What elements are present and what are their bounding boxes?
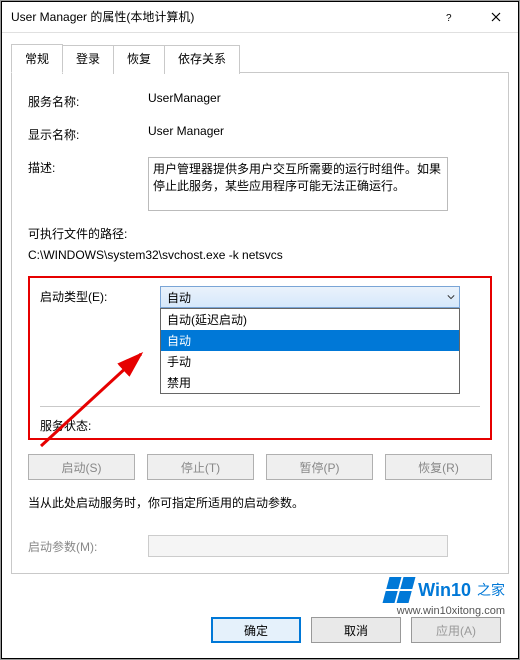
label-start-params: 启动参数(M): — [28, 538, 148, 555]
watermark-brand: Win10 — [418, 580, 471, 601]
startup-type-selected[interactable]: 自动 — [160, 286, 460, 308]
tab-logon[interactable]: 登录 — [62, 45, 114, 74]
watermark-suffix: 之家 — [477, 580, 505, 600]
row-service-status: 服务状态: — [40, 415, 480, 434]
row-description: 描述: — [28, 157, 492, 211]
row-startup-type: 启动类型(E): 自动 自动(延迟启动) 自动 手动 禁用 — [40, 286, 480, 394]
value-display-name: User Manager — [148, 124, 224, 138]
startup-type-select[interactable]: 自动 自动(延迟启动) 自动 手动 禁用 — [160, 286, 460, 394]
tab-strip: 常规 登录 恢复 依存关系 — [11, 43, 509, 73]
row-start-params: 启动参数(M): — [28, 535, 492, 557]
chevron-down-icon — [447, 290, 455, 304]
value-exe-path: C:\WINDOWS\system32\svchost.exe -k netsv… — [28, 248, 492, 262]
svg-text:?: ? — [446, 13, 452, 22]
divider — [40, 406, 480, 407]
watermark-url: www.win10xitong.com — [397, 605, 505, 617]
start-params-input — [148, 535, 448, 557]
window-title: User Manager 的属性(本地计算机) — [11, 8, 194, 25]
highlight-startup-type: 启动类型(E): 自动 自动(延迟启动) 自动 手动 禁用 — [28, 276, 492, 440]
window-body: 常规 登录 恢复 依存关系 服务名称: UserManager 显示名称: Us… — [1, 33, 519, 574]
titlebar: User Manager 的属性(本地计算机) ? — [1, 1, 519, 33]
cancel-button[interactable]: 取消 — [311, 617, 401, 643]
row-service-name: 服务名称: UserManager — [28, 91, 492, 110]
ok-button[interactable]: 确定 — [211, 617, 301, 643]
option-disabled[interactable]: 禁用 — [161, 372, 459, 393]
label-service-name: 服务名称: — [28, 91, 148, 110]
help-button[interactable]: ? — [427, 2, 473, 32]
startup-type-selected-text: 自动 — [167, 289, 191, 306]
start-button[interactable]: 启动(S) — [28, 454, 135, 480]
stop-button[interactable]: 停止(T) — [147, 454, 254, 480]
option-auto[interactable]: 自动 — [161, 330, 459, 351]
label-startup-type: 启动类型(E): — [40, 286, 160, 305]
watermark-logo: Win10 之家 — [386, 577, 505, 603]
resume-button[interactable]: 恢复(R) — [385, 454, 492, 480]
tab-recovery[interactable]: 恢复 — [113, 45, 165, 74]
label-service-status: 服务状态: — [40, 415, 160, 434]
option-auto-delayed[interactable]: 自动(延迟启动) — [161, 309, 459, 330]
startup-type-dropdown: 自动(延迟启动) 自动 手动 禁用 — [160, 308, 460, 394]
label-description: 描述: — [28, 157, 148, 176]
close-button[interactable] — [473, 2, 519, 32]
windows-logo-icon — [383, 577, 416, 603]
info-text: 当从此处启动服务时，你可指定所适用的启动参数。 — [28, 494, 492, 511]
tab-general[interactable]: 常规 — [11, 44, 63, 73]
label-exe-path: 可执行文件的路径: — [28, 225, 492, 242]
service-control-buttons: 启动(S) 停止(T) 暂停(P) 恢复(R) — [28, 454, 492, 480]
option-manual[interactable]: 手动 — [161, 351, 459, 372]
label-display-name: 显示名称: — [28, 124, 148, 143]
tab-dependencies[interactable]: 依存关系 — [164, 45, 240, 74]
description-box[interactable] — [148, 157, 448, 211]
apply-button[interactable]: 应用(A) — [411, 617, 501, 643]
titlebar-buttons: ? — [427, 2, 519, 32]
dialog-buttons: 确定 取消 应用(A) — [211, 617, 501, 643]
panel-general: 服务名称: UserManager 显示名称: User Manager 描述:… — [11, 73, 509, 574]
pause-button[interactable]: 暂停(P) — [266, 454, 373, 480]
value-service-name: UserManager — [148, 91, 221, 105]
row-display-name: 显示名称: User Manager — [28, 124, 492, 143]
